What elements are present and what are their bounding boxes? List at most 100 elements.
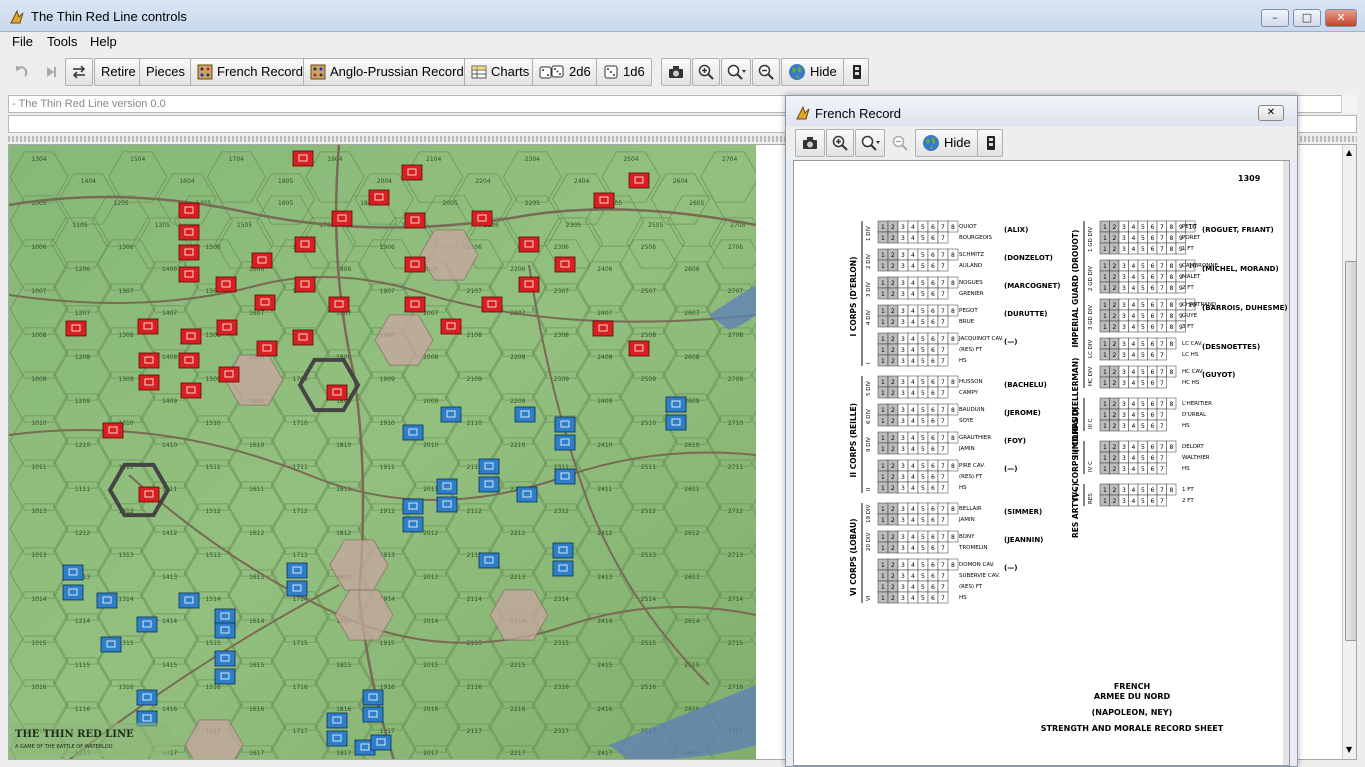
french-unit-counter[interactable] (294, 236, 316, 253)
counter-stack-button[interactable] (843, 58, 869, 86)
french-unit-counter[interactable] (180, 328, 202, 345)
allied-unit-counter[interactable] (136, 616, 158, 633)
allied-unit-counter[interactable] (402, 516, 424, 533)
allied-unit-counter[interactable] (554, 468, 576, 485)
scroll-down-arrow-icon[interactable]: ▼ (1346, 745, 1352, 754)
allied-unit-counter[interactable] (214, 622, 236, 639)
fr-zoom-select-button[interactable] (855, 129, 885, 157)
french-record-close-button[interactable]: ✕ (1258, 105, 1284, 121)
french-record-button[interactable]: French Record (190, 58, 310, 86)
french-unit-counter[interactable] (404, 212, 426, 229)
allied-unit-counter[interactable] (362, 706, 384, 723)
allied-unit-counter[interactable] (478, 458, 500, 475)
allied-unit-counter[interactable] (286, 580, 308, 597)
french-unit-counter[interactable] (404, 296, 426, 313)
status-scrollbar[interactable] (1341, 95, 1357, 113)
flip-button[interactable] (65, 58, 93, 86)
allied-unit-counter[interactable] (96, 592, 118, 609)
allied-unit-counter[interactable] (478, 552, 500, 569)
french-unit-counter[interactable] (518, 236, 540, 253)
french-unit-counter[interactable] (471, 210, 493, 227)
record-sheet[interactable]: 1309 1234567812345671 DIV QUIOT BOURGEOIS(… (793, 160, 1290, 766)
french-unit-counter[interactable] (178, 266, 200, 283)
french-unit-counter[interactable] (65, 320, 87, 337)
scrollbar-thumb[interactable] (1345, 261, 1356, 641)
allied-unit-counter[interactable] (214, 650, 236, 667)
allied-unit-counter[interactable] (436, 496, 458, 513)
french-unit-counter[interactable] (628, 340, 650, 357)
french-unit-counter[interactable] (292, 150, 314, 167)
allied-unit-counter[interactable] (286, 562, 308, 579)
french-unit-counter[interactable] (138, 352, 160, 369)
french-unit-counter[interactable] (440, 318, 462, 335)
record-sheet-image[interactable]: 1309 1 2 3 4 5 6 7 81 2 3 4 5 6 71 DIV QUIOTBOURGEOIS(… (794, 161, 1290, 766)
allied-unit-counter[interactable] (370, 734, 392, 751)
french-unit-counter[interactable] (628, 172, 650, 189)
allied-unit-counter[interactable] (436, 478, 458, 495)
allied-unit-counter[interactable] (62, 584, 84, 601)
allied-unit-counter[interactable] (440, 406, 462, 423)
french-unit-counter[interactable] (180, 382, 202, 399)
fr-hide-button[interactable]: Hide (915, 129, 978, 157)
allied-unit-counter[interactable] (665, 396, 687, 413)
french-unit-counter[interactable] (254, 294, 276, 311)
maximize-button[interactable]: □ (1293, 9, 1321, 27)
menu-tools[interactable]: Tools (47, 34, 77, 49)
french-unit-counter[interactable] (137, 318, 159, 335)
allied-unit-counter[interactable] (554, 434, 576, 451)
french-unit-counter[interactable] (215, 276, 237, 293)
map-vertical-scrollbar[interactable]: ▲ ▼ (1342, 145, 1356, 759)
allied-unit-counter[interactable] (552, 560, 574, 577)
allied-unit-counter[interactable] (362, 689, 384, 706)
allied-unit-counter[interactable] (136, 689, 158, 706)
french-unit-counter[interactable] (251, 252, 273, 269)
zoom-in-button[interactable] (692, 58, 720, 86)
french-unit-counter[interactable] (592, 320, 614, 337)
retire-button[interactable]: Retire (94, 58, 143, 86)
french-unit-counter[interactable] (294, 276, 316, 293)
french-unit-counter[interactable] (518, 276, 540, 293)
charts-button[interactable]: Charts (464, 58, 537, 86)
french-unit-counter[interactable] (218, 366, 240, 383)
allied-unit-counter[interactable] (214, 668, 236, 685)
french-unit-counter[interactable] (256, 340, 278, 357)
roll-1d6-button[interactable]: 1d6 (596, 58, 652, 86)
french-unit-counter[interactable] (404, 256, 426, 273)
scroll-up-arrow-icon[interactable]: ▲ (1346, 148, 1352, 157)
zoom-out-button[interactable] (752, 58, 780, 86)
allied-unit-counter[interactable] (100, 636, 122, 653)
hide-button[interactable]: Hide (781, 58, 844, 86)
menu-file[interactable]: File (12, 34, 33, 49)
allied-unit-counter[interactable] (402, 424, 424, 441)
french-unit-counter[interactable] (593, 192, 615, 209)
french-unit-counter[interactable] (178, 202, 200, 219)
french-unit-counter[interactable] (401, 164, 423, 181)
allied-unit-counter[interactable] (478, 476, 500, 493)
french-unit-counter[interactable] (178, 352, 200, 369)
allied-unit-counter[interactable] (62, 564, 84, 581)
fr-screenshot-button[interactable] (795, 129, 825, 157)
allied-unit-counter[interactable] (214, 608, 236, 625)
allied-unit-counter[interactable] (552, 542, 574, 559)
french-unit-counter[interactable] (292, 329, 314, 346)
french-unit-counter[interactable] (138, 374, 160, 391)
game-map[interactable]: 1304 1404 1504 1604 1704 1805 1904 2004 2104 2204… (9, 145, 756, 760)
allied-unit-counter[interactable] (514, 406, 536, 423)
allied-unit-counter[interactable] (326, 712, 348, 729)
french-unit-counter[interactable] (481, 296, 503, 313)
zoom-select-button[interactable] (721, 58, 751, 86)
screenshot-button[interactable] (661, 58, 691, 86)
roll-2d6-button[interactable]: 2d6 (532, 58, 598, 86)
pieces-button[interactable]: Pieces (139, 58, 193, 86)
french-unit-counter[interactable] (331, 210, 353, 227)
french-unit-counter[interactable] (102, 422, 124, 439)
french-unit-counter[interactable] (138, 486, 160, 503)
allied-unit-counter[interactable] (554, 416, 576, 433)
minimize-button[interactable]: – (1261, 9, 1289, 27)
french-unit-counter[interactable] (554, 256, 576, 273)
french-unit-counter[interactable] (326, 384, 348, 401)
fr-zoom-in-button[interactable] (826, 129, 854, 157)
french-unit-counter[interactable] (216, 319, 238, 336)
french-record-titlebar[interactable]: French Record ✕ (786, 96, 1297, 126)
french-unit-counter[interactable] (328, 296, 350, 313)
